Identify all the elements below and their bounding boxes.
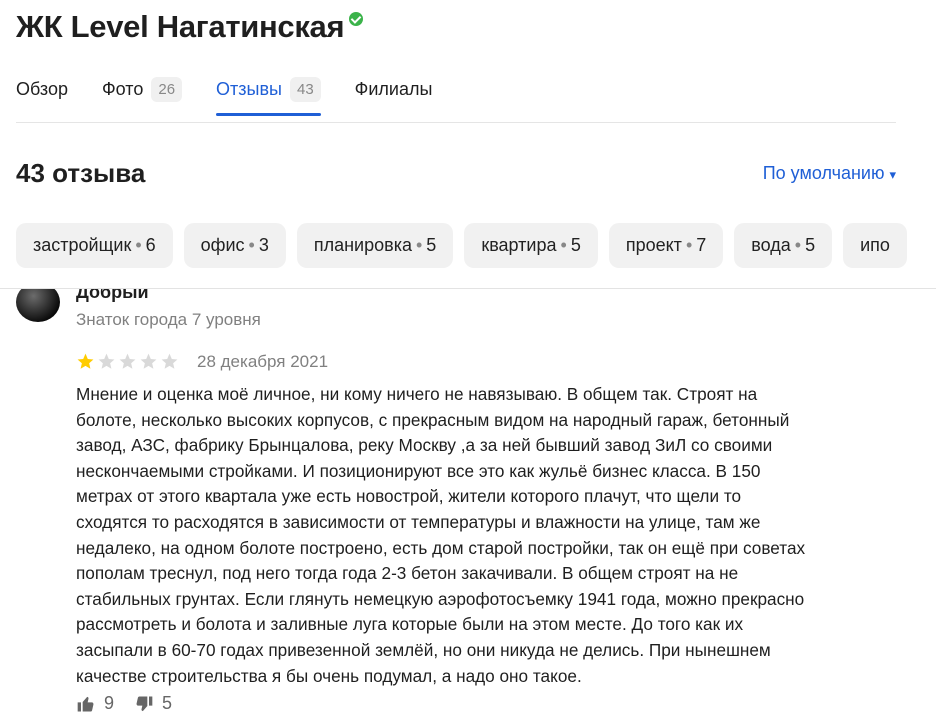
reviews-count-heading: 43 отзыва	[16, 158, 146, 188]
tab-label: Фото	[102, 78, 144, 99]
chip-office[interactable]: офис • 3	[183, 223, 286, 268]
chip-label: квартира	[481, 235, 557, 255]
chip-water[interactable]: вода • 5	[734, 223, 833, 268]
tab-label: Филиалы	[354, 78, 433, 99]
chip-count: 5	[805, 235, 816, 255]
tab-reviews[interactable]: Отзывы 43	[216, 66, 321, 116]
author-level: Знаток города 7 уровня	[76, 310, 261, 329]
review-text-line: засыпали в 60-70 годах привезенной землё…	[76, 639, 771, 660]
review-text-line: сходятся то расходятся в зависимости от …	[76, 511, 761, 532]
page-title: ЖК Level Нагатинская	[16, 9, 345, 44]
review-reactions: 9 5	[76, 693, 192, 714]
tab-label: Обзор	[16, 78, 68, 99]
dislike-count: 5	[162, 693, 173, 713]
tab-label: Отзывы	[216, 78, 282, 99]
sort-dropdown[interactable]: По умолчанию ▾	[763, 163, 896, 184]
tab-photos[interactable]: Фото 26	[102, 66, 183, 112]
star-empty-icon	[119, 353, 136, 369]
dislike-button[interactable]: 5	[134, 693, 172, 714]
chip-label: вода	[751, 235, 791, 255]
like-button[interactable]: 9	[76, 693, 114, 714]
chip-label: офис	[200, 235, 245, 255]
tab-branches[interactable]: Филиалы	[355, 66, 433, 112]
thumbs-up-icon	[77, 696, 94, 711]
chip-developer[interactable]: застройщик • 6	[16, 223, 173, 268]
review-text-line: качестве строительства я бы очень подума…	[76, 665, 582, 686]
star-empty-icon	[161, 353, 178, 369]
sticky-header-mask	[0, 270, 936, 289]
review-text-line: Мнение и оценка моё личное, ни кому ниче…	[76, 384, 758, 404]
page-header: ЖК Level Нагатинская	[16, 6, 364, 48]
chip-label: ипо	[860, 235, 890, 255]
chip-count: 5	[570, 235, 581, 255]
review-text-line: метрах от этого квартала уже есть новост…	[76, 486, 742, 507]
verified-badge-icon	[349, 12, 364, 26]
review-text-line: пополам треснул, под него тогда года 2-3…	[76, 563, 739, 584]
chip-count: 7	[696, 235, 707, 255]
chip-project[interactable]: проект • 7	[608, 223, 724, 268]
chip-layout[interactable]: планировка • 5	[296, 223, 454, 268]
star-empty-icon	[140, 353, 157, 369]
review-text-line: рассмотреть и болота и заливные луга кот…	[76, 614, 744, 635]
review-topic-chips: застройщик • 6 офис • 3 планировка • 5 квартир…	[16, 223, 918, 268]
chip-count: 6	[145, 235, 156, 255]
chip-count: 3	[258, 235, 269, 255]
chip-label: проект	[625, 235, 682, 255]
tabs-bar: Обзор Фото 26 Отзывы 43 Филиалы	[16, 66, 896, 116]
like-count: 9	[104, 693, 115, 713]
review-text-line: болоте, несколько высоких корпусов, с пр…	[76, 409, 790, 430]
tab-count-badge: 26	[151, 76, 183, 102]
tab-overview[interactable]: Обзор	[16, 66, 68, 112]
chip-count: 5	[426, 235, 437, 255]
review-text-line: завод, АЗС, фабрику Брынцалова, реку Мос…	[76, 435, 773, 456]
chip-label: застройщик	[33, 235, 132, 255]
star-filled-icon	[77, 353, 94, 369]
tab-count-badge: 43	[289, 76, 321, 102]
star-empty-icon	[98, 353, 115, 369]
review-date: 28 декабря 2021	[197, 352, 329, 371]
rating-stars	[76, 352, 181, 371]
sort-label: По умолчанию	[762, 163, 885, 183]
review-text-line: недалеко, на одном болоте построено, ест…	[76, 537, 806, 558]
tabs-divider	[16, 122, 896, 123]
chip-mortgage[interactable]: ипо	[843, 223, 907, 268]
review-text-line: стабильных грунтах. Если глянуть немецку…	[76, 588, 805, 609]
review-text-line: нескончаемыми стройками. И позиционируют…	[76, 460, 761, 481]
chip-apartment[interactable]: квартира • 5	[464, 223, 598, 268]
chip-label: планировка	[313, 235, 412, 255]
caret-down-icon: ▾	[889, 167, 896, 182]
review-text: Мнение и оценка моё личное, ни кому ниче…	[76, 382, 916, 689]
thumbs-down-icon	[136, 696, 153, 711]
